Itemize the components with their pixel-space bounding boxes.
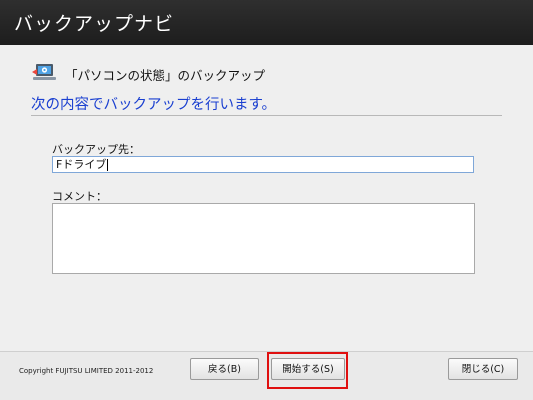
text-caret xyxy=(107,159,109,171)
main-content: 「パソコンの状態」のバックアップ 次の内容でバックアップを行います。 バックアッ… xyxy=(0,45,533,351)
destination-field[interactable]: Fドライブ xyxy=(52,156,474,173)
page-heading: 「パソコンの状態」のバックアップ xyxy=(65,68,266,83)
divider xyxy=(31,115,502,116)
comment-textarea[interactable] xyxy=(52,203,475,274)
computer-backup-icon xyxy=(32,64,56,80)
copyright-text: Copyright FUJITSU LIMITED 2011-2012 xyxy=(19,367,154,375)
back-button[interactable]: 戻る(B) xyxy=(190,358,259,380)
instruction-text: 次の内容でバックアップを行います。 xyxy=(31,97,277,113)
comment-label: コメント： xyxy=(52,190,107,203)
title-bar: バックアップナビ xyxy=(0,0,533,45)
start-button-highlight xyxy=(267,352,348,389)
window-title: バックアップナビ xyxy=(14,13,175,35)
destination-label: バックアップ先： xyxy=(52,143,140,156)
destination-value: Fドライブ xyxy=(56,158,107,171)
close-button[interactable]: 閉じる(C) xyxy=(448,358,518,380)
